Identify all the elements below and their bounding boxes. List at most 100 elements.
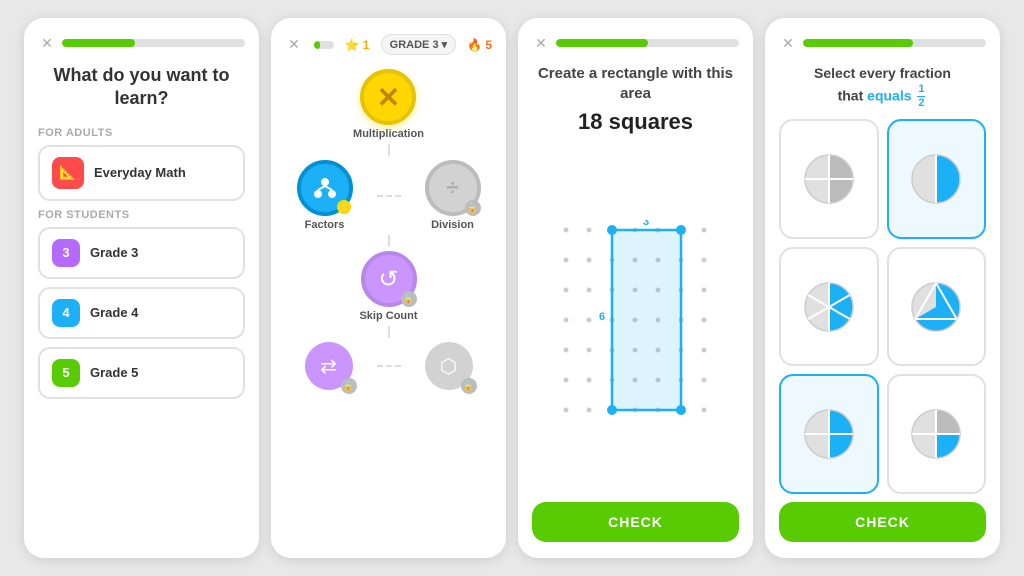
skipcount-label: Skip Count (359, 310, 417, 322)
adults-label: For Adults (38, 127, 245, 139)
height-label: 6 (598, 311, 604, 323)
pie-svg-2 (910, 153, 962, 205)
corner-bl (607, 405, 617, 415)
pie-item-3[interactable] (779, 247, 879, 367)
grid-container[interactable]: 3 6 (532, 145, 739, 494)
pie-circle: ⬡ 🔒 (425, 342, 473, 390)
progress-fill-3 (556, 39, 648, 47)
pie-svg-4 (910, 281, 962, 333)
card4-title: Select every fraction that equals 1 2 (779, 64, 986, 109)
connector1 (388, 144, 390, 156)
top-bar-3: ✕ (532, 34, 739, 52)
pie-item-5[interactable] (779, 374, 879, 494)
grade3-option[interactable]: 3 Grade 3 (38, 227, 245, 279)
grade-pill[interactable]: GRADE 3 ▾ (381, 34, 456, 55)
check-button-3[interactable]: CHECK (532, 502, 739, 542)
progress-track-1 (62, 39, 245, 47)
top-bar-4: ✕ (779, 34, 986, 52)
top-bar-1: ✕ (38, 34, 245, 52)
students-label: For Students (38, 209, 245, 221)
grade5-label: Grade 5 (90, 365, 138, 380)
card1-title: What do you want to learn? (38, 64, 245, 111)
corner-tl (607, 225, 617, 235)
close-icon-1[interactable]: ✕ (38, 34, 56, 52)
grade4-label: Grade 4 (90, 305, 138, 320)
everyday-math-icon: 📐 (52, 157, 84, 189)
bottom-connector (377, 365, 401, 367)
grade4-option[interactable]: 4 Grade 4 (38, 287, 245, 339)
division-node[interactable]: ÷ 🔒 Division (425, 160, 481, 231)
corner-tr (676, 225, 686, 235)
progress-fill-1 (62, 39, 135, 47)
pie-item-1[interactable] (779, 119, 879, 239)
close-icon-2[interactable]: ✕ (285, 36, 303, 54)
progress-track-3 (556, 39, 739, 47)
close-icon-3[interactable]: ✕ (532, 34, 550, 52)
pie-item-2[interactable] (887, 119, 987, 239)
progress-fill-2 (314, 41, 320, 49)
corner-br (676, 405, 686, 415)
progress-track-2 (314, 41, 333, 49)
everyday-math-label: Everyday Math (94, 165, 186, 180)
grade3-badge: 3 (52, 239, 80, 267)
factors-star: ⭐ (337, 200, 351, 214)
card-learn: ✕ What do you want to learn? For Adults … (24, 18, 259, 558)
card-fractions: ✕ Select every fraction that equals 1 2 (765, 18, 1000, 558)
progress-track-4 (803, 39, 986, 47)
width-label: 3 (642, 220, 648, 228)
pie-item-4[interactable] (887, 247, 987, 367)
pie-grid (779, 119, 986, 494)
skipcount-circle: ↺ 🔒 (361, 251, 417, 307)
pie-lock-icon: 🔒 (461, 378, 477, 394)
card-rectangle: ✕ Create a rectangle with this area 18 s… (518, 18, 753, 558)
grade5-option[interactable]: 5 Grade 5 (38, 347, 245, 399)
flame-badge: 🔥 5 (467, 38, 492, 52)
close-icon-4[interactable]: ✕ (779, 34, 797, 52)
repeat-circle: ⇄ 🔒 (305, 342, 353, 390)
title-part1: Select every fraction (814, 65, 951, 81)
card3-title: Create a rectangle with this area (532, 64, 739, 103)
title-equals: equals (867, 87, 915, 103)
everyday-math-option[interactable]: 📐 Everyday Math (38, 145, 245, 201)
factors-node[interactable]: ⭐ Factors (297, 160, 353, 231)
dotted-connector (377, 195, 401, 197)
grade3-label: Grade 3 (90, 245, 138, 260)
factors-icon (311, 174, 339, 202)
top-bar-2: ✕ ⭐ 1 GRADE 3 ▾ 🔥 5 (285, 34, 492, 55)
denominator: 2 (918, 98, 924, 109)
factors-label: Factors (305, 219, 345, 231)
grade4-badge: 4 (52, 299, 80, 327)
skill-tree: ✕ Multiplication ⭐ (285, 65, 492, 542)
fraction-display: 1 2 (917, 84, 925, 110)
check-button-4[interactable]: CHECK (779, 502, 986, 542)
connector2 (388, 235, 390, 247)
skipcount-lock-icon: 🔒 (401, 291, 417, 307)
multiplication-label: Multiplication (353, 128, 424, 140)
rectangle-overlay (612, 230, 681, 410)
factors-circle: ⭐ (297, 160, 353, 216)
repeat-node[interactable]: ⇄ 🔒 (305, 342, 353, 390)
pie-node[interactable]: ⬡ 🔒 (425, 342, 473, 390)
division-circle: ÷ 🔒 (425, 160, 481, 216)
bottom-row: ⇄ 🔒 ⬡ 🔒 (305, 342, 473, 390)
grade5-badge: 5 (52, 359, 80, 387)
progress-fill-4 (803, 39, 913, 47)
dots-svg: 3 6 (556, 220, 716, 420)
star-badge: ⭐ 1 (345, 38, 370, 52)
repeat-lock-icon: 🔒 (341, 378, 357, 394)
title-part2: that (838, 87, 868, 103)
skipcount-node[interactable]: ↺ 🔒 Skip Count (359, 251, 417, 322)
connector3 (388, 326, 390, 338)
division-label: Division (431, 219, 474, 231)
numerator: 1 (918, 84, 924, 95)
factors-division-row: ⭐ Factors ÷ 🔒 Division (297, 160, 481, 231)
pie-svg-6 (910, 408, 962, 460)
pie-svg-5 (803, 408, 855, 460)
card3-area: 18 squares (532, 109, 739, 135)
card-skills: ✕ ⭐ 1 GRADE 3 ▾ 🔥 5 ✕ Multiplication (271, 18, 506, 558)
multiplication-circle: ✕ (360, 69, 416, 125)
multiplication-node[interactable]: ✕ Multiplication (353, 69, 424, 140)
pie-svg-1 (803, 153, 855, 205)
division-lock-icon: 🔒 (465, 200, 481, 216)
pie-item-6[interactable] (887, 374, 987, 494)
